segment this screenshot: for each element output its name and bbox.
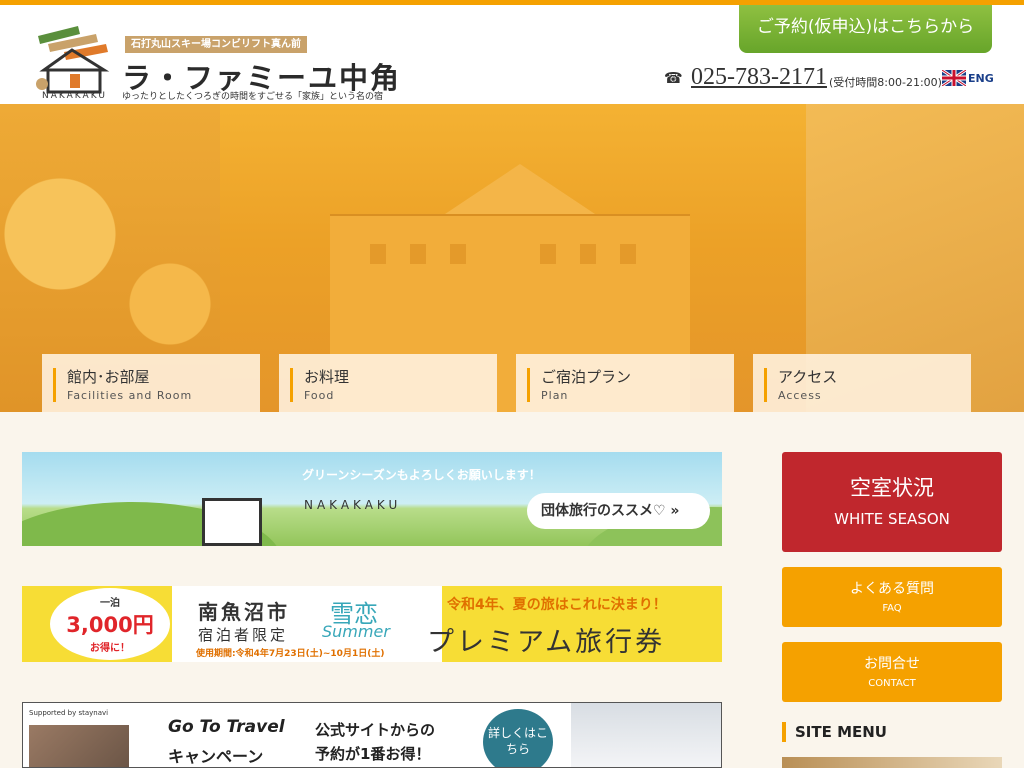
site-logo[interactable] (34, 26, 114, 100)
nav-facilities[interactable]: 館内･お部屋 Facilities and Room (42, 354, 260, 412)
nav-label: お料理 (304, 368, 350, 386)
hero-window (620, 244, 636, 264)
site-menu-heading: SITE MENU (782, 722, 887, 742)
nav-label-en: Access (778, 389, 822, 402)
hero-window (580, 244, 596, 264)
logo-text: NAKAKAKU (42, 91, 107, 101)
vacancy-button[interactable]: 空室状況 WHITE SEASON (782, 452, 1002, 552)
banner-message-1: 公式サイトからの (315, 721, 436, 739)
banner-title: プレミアム旅行券 (427, 627, 666, 658)
banner-headline: 令和4年、夏の旅はこれに決まり！ (447, 597, 667, 613)
nav-food[interactable]: お料理 Food (279, 354, 497, 412)
premium-voucher-banner[interactable]: 一泊 3,000円 お得に！ 南魚沼市 宿泊者限定 雪恋 Summer 使用期間… (22, 586, 722, 662)
banner-limit: 宿泊者限定 (198, 626, 289, 644)
faq-label: よくある質問 (850, 581, 934, 597)
phone-number-link[interactable]: 025-783-2171 (691, 64, 827, 91)
reserve-button[interactable]: ご予約(仮申込)はこちらから (739, 5, 992, 53)
snow-monkeys-image (29, 725, 129, 767)
banner-brand: NAKAKAKU (304, 498, 402, 512)
goto-travel-banner[interactable]: Supported by staynavi Go To Travel キャンペー… (22, 702, 722, 768)
hero-window (540, 244, 556, 264)
site-menu-thumbnail[interactable] (782, 757, 1002, 768)
nav-label: ご宿泊プラン (541, 368, 632, 386)
nav-label-en: Plan (541, 389, 569, 402)
header-tagline: 石打丸山スキー場コンビリフト真ん前 (125, 36, 307, 53)
vacancy-season: WHITE SEASON (834, 510, 950, 528)
snow-image (571, 703, 721, 767)
phone-icon: ☎ (664, 69, 683, 87)
nav-label-en: Facilities and Room (67, 389, 193, 402)
hero-window (370, 244, 386, 264)
phone-hours: (受付時間8:00-21:00) (829, 76, 942, 89)
group-travel-button[interactable]: 団体旅行のススメ♡ » (527, 493, 710, 529)
nav-accent-bar (290, 368, 293, 402)
nav-label: 館内･お部屋 (67, 368, 150, 386)
faq-button[interactable]: よくある質問 FAQ (782, 567, 1002, 627)
banner-message: グリーンシーズンもよろしくお願いします！ (302, 468, 541, 482)
contact-button[interactable]: お問合せ CONTACT (782, 642, 1002, 702)
nav-label: アクセス (778, 368, 838, 386)
green-season-banner[interactable]: グリーンシーズンもよろしくお願いします！ NAKAKAKU 団体旅行のススメ♡ … (22, 452, 722, 546)
banner-period: 使用期間:令和4年7月23日(土)~10月1日(土) (196, 649, 385, 659)
hero-window (410, 244, 426, 264)
nav-access[interactable]: アクセス Access (753, 354, 971, 412)
price-value: 3,000円 (66, 613, 154, 637)
banner-message-2: 予約が1番お得！ (315, 745, 431, 763)
price-badge: 一泊 3,000円 お得に！ (50, 588, 170, 660)
english-link[interactable]: ENG (968, 72, 994, 85)
uk-flag-icon[interactable] (941, 68, 967, 88)
nav-accent-bar (764, 368, 767, 402)
contact-label-en: CONTACT (868, 678, 916, 689)
nav-accent-bar (53, 368, 56, 402)
hero-window (450, 244, 466, 264)
banner-summer: Summer (322, 622, 390, 641)
banner-city: 南魚沼市 (198, 600, 290, 624)
goto-travel-title: Go To Travel (168, 717, 285, 737)
nav-accent-bar (527, 368, 530, 402)
house-icon (202, 498, 262, 546)
price-top: 一泊 (100, 598, 120, 609)
price-bottom: お得に！ (90, 643, 130, 654)
faq-label-en: FAQ (882, 603, 902, 614)
campaign-label: キャンペーン (168, 747, 264, 766)
contact-label: お問合せ (864, 656, 920, 672)
vacancy-label: 空室状況 (850, 476, 934, 500)
nav-plan[interactable]: ご宿泊プラン Plan (516, 354, 734, 412)
nav-label-en: Food (304, 389, 335, 402)
site-subtitle: ゆったりとしたくつろぎの時間をすごせる「家族」という名の宿 (122, 92, 384, 102)
details-badge[interactable]: 詳しくはこちら (483, 709, 553, 767)
supported-by: Supported by staynavi (29, 709, 109, 717)
